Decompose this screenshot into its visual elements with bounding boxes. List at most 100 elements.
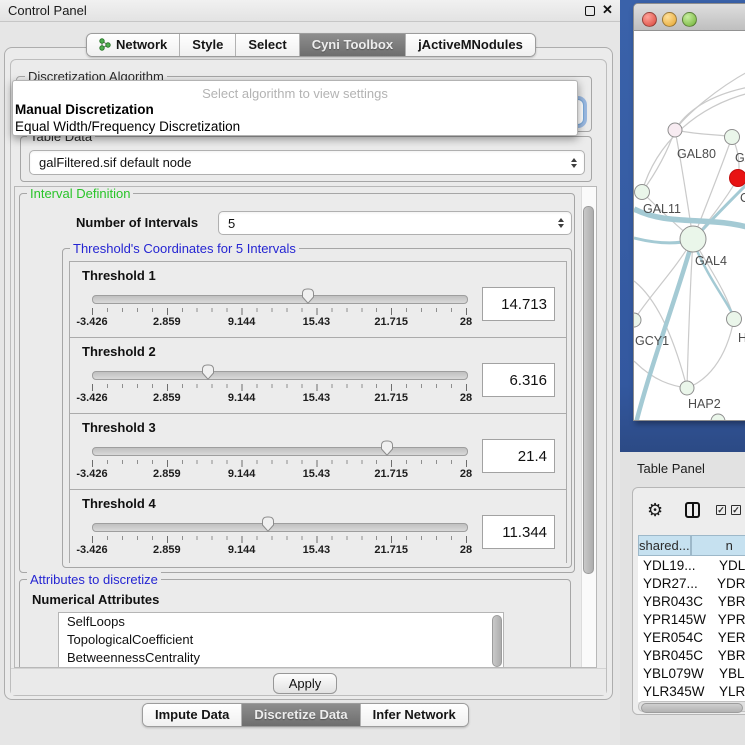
threshold-1-value-field[interactable]: 14.713 [482, 287, 555, 321]
tab-discretize-data-label: Discretize Data [254, 707, 347, 722]
tick-label: 2.859 [153, 468, 181, 480]
minimize-traffic-light-icon[interactable] [662, 12, 677, 27]
threshold-2-value-field[interactable]: 6.316 [482, 363, 555, 397]
tick-label: 21.715 [374, 468, 408, 480]
node-ga[interactable] [725, 130, 740, 145]
tick-label: 2.859 [153, 392, 181, 404]
tab-discretize-data[interactable]: Discretize Data [242, 704, 360, 726]
table-hscroll-track[interactable] [638, 701, 745, 712]
network-window-titlebar[interactable] [634, 4, 745, 31]
network-view-window[interactable]: GAL80 GA C GAL11 GAL4 GCY1 H HAP2 [633, 3, 745, 421]
interval-definition-group: Interval Definition Number of Intervals … [19, 193, 575, 573]
tab-impute-data-label: Impute Data [155, 707, 229, 722]
tick-label: 28 [460, 468, 472, 480]
checkbox-icon[interactable]: ✓ [716, 505, 726, 515]
tab-network[interactable]: Network [87, 34, 180, 56]
node-gcy1[interactable] [634, 313, 641, 327]
network-graph[interactable]: GAL80 GA C GAL11 GAL4 GCY1 H HAP2 [634, 31, 745, 421]
tab-style[interactable]: Style [180, 34, 236, 56]
threshold-3-slider-thumb[interactable] [379, 439, 395, 457]
close-icon[interactable]: ✕ [602, 2, 613, 18]
node-label: H [738, 331, 745, 345]
scrollpane-vscroll-thumb[interactable] [583, 206, 594, 574]
checkbox-icon[interactable]: ✓ [731, 505, 741, 515]
list-item[interactable]: TopologicalCoefficient [59, 631, 503, 649]
thresholds-group-label: Threshold's Coordinates for 5 Intervals [70, 241, 299, 256]
list-item[interactable]: BetweennessCentrality [59, 649, 503, 667]
tick-label: -3.426 [76, 468, 107, 480]
table-data-value: galFiltered.sif default node [39, 155, 191, 170]
column-layout-icon[interactable] [685, 502, 700, 518]
node-red-selected[interactable] [730, 170, 745, 187]
table-row[interactable]: YBR045CYBR0 [638, 646, 745, 664]
cell: YER054C [638, 630, 713, 645]
numerical-attributes-list[interactable]: SelfLoops TopologicalCoefficient Between… [58, 612, 504, 668]
list-item[interactable]: SelfLoops [59, 613, 503, 631]
table-hscroll-thumb[interactable] [641, 703, 743, 713]
number-of-intervals-combobox[interactable]: 5 [218, 211, 572, 235]
close-traffic-light-icon[interactable] [642, 12, 657, 27]
threshold-4-value-field[interactable]: 11.344 [482, 515, 555, 549]
table-row[interactable]: YBL079WYBL0 [638, 664, 745, 682]
cell: YBR0 [713, 594, 745, 609]
tick-label: 21.715 [374, 316, 408, 328]
tab-jactivemnodules[interactable]: jActiveMNodules [406, 34, 535, 56]
column-header-shared[interactable]: shared... [638, 535, 691, 556]
node-gal11[interactable] [635, 185, 650, 200]
interval-definition-label: Interval Definition [27, 186, 133, 201]
threshold-4-slider-thumb[interactable] [260, 515, 276, 533]
tick-labels: -3.426 2.859 9.144 15.43 21.715 28 [92, 468, 466, 481]
tick-label: 9.144 [228, 468, 256, 480]
tick-label: 15.43 [303, 544, 331, 556]
threshold-1-slider-track[interactable] [92, 295, 468, 304]
tick-label: 28 [460, 316, 472, 328]
node-bottom[interactable] [711, 414, 725, 421]
thresholds-container: Threshold 1 -3.426 2.859 9.144 15.43 21.… [69, 261, 567, 563]
node-label: C [740, 191, 745, 205]
tick-label: 2.859 [153, 544, 181, 556]
float-window-icon[interactable] [585, 6, 595, 16]
panel-title: Control Panel [8, 3, 87, 18]
table-data-combobox[interactable]: galFiltered.sif default node [29, 150, 585, 175]
node-table: shared... n YDL19...YDL1 YDR27...YDR2 YB… [638, 535, 745, 702]
tick-label: -3.426 [76, 544, 107, 556]
threshold-2-slider-track[interactable] [92, 371, 468, 380]
tab-cyni-toolbox[interactable]: Cyni Toolbox [300, 34, 406, 56]
cell: YBL079W [638, 666, 714, 681]
node-h[interactable] [727, 312, 742, 327]
table-row[interactable]: YBR043CYBR0 [638, 592, 745, 610]
tab-impute-data[interactable]: Impute Data [143, 704, 242, 726]
tick-label: 28 [460, 392, 472, 404]
stepper-icon [558, 218, 564, 228]
tab-infer-network[interactable]: Infer Network [361, 704, 468, 726]
threshold-1-slider-thumb[interactable] [300, 287, 316, 305]
table-row[interactable]: YER054CYER0 [638, 628, 745, 646]
column-header-name[interactable]: n [691, 535, 745, 556]
option-manual-discretization[interactable]: Manual Discretization [15, 102, 154, 117]
table-row[interactable]: YLR345WYLR3 [638, 682, 745, 700]
node-label: GAL11 [643, 202, 681, 216]
number-of-intervals-label: Number of Intervals [76, 215, 198, 230]
cell: YDL1 [714, 558, 745, 573]
zoom-traffic-light-icon[interactable] [682, 12, 697, 27]
table-row[interactable]: YDR27...YDR2 [638, 574, 745, 592]
cell: YDL19... [638, 558, 714, 573]
cell: YBR0 [713, 648, 745, 663]
list-scrollbar[interactable] [492, 615, 502, 667]
threshold-4-panel: Threshold 4 -3.426 2.859 9.144 15.43 21.… [70, 490, 566, 565]
threshold-3-value-field[interactable]: 21.4 [482, 439, 555, 473]
node-gal80[interactable] [668, 123, 682, 137]
node-gal4[interactable] [680, 226, 706, 252]
table-row[interactable]: YPR145WYPR1 [638, 610, 745, 628]
threshold-2-slider-thumb[interactable] [200, 363, 216, 381]
node-label: GAL4 [695, 254, 727, 268]
gear-icon[interactable]: ⚙ [647, 501, 663, 519]
table-body: YDL19...YDL1 YDR27...YDR2 YBR043CYBR0 YP… [638, 556, 745, 702]
apply-button[interactable]: Apply [273, 673, 337, 694]
option-equal-width-frequency[interactable]: Equal Width/Frequency Discretization [15, 119, 240, 134]
threshold-3-slider-track[interactable] [92, 447, 468, 456]
node-hap2[interactable] [680, 381, 694, 395]
table-row[interactable]: YDL19...YDL1 [638, 556, 745, 574]
threshold-4-slider-track[interactable] [92, 523, 468, 532]
tab-select[interactable]: Select [236, 34, 299, 56]
